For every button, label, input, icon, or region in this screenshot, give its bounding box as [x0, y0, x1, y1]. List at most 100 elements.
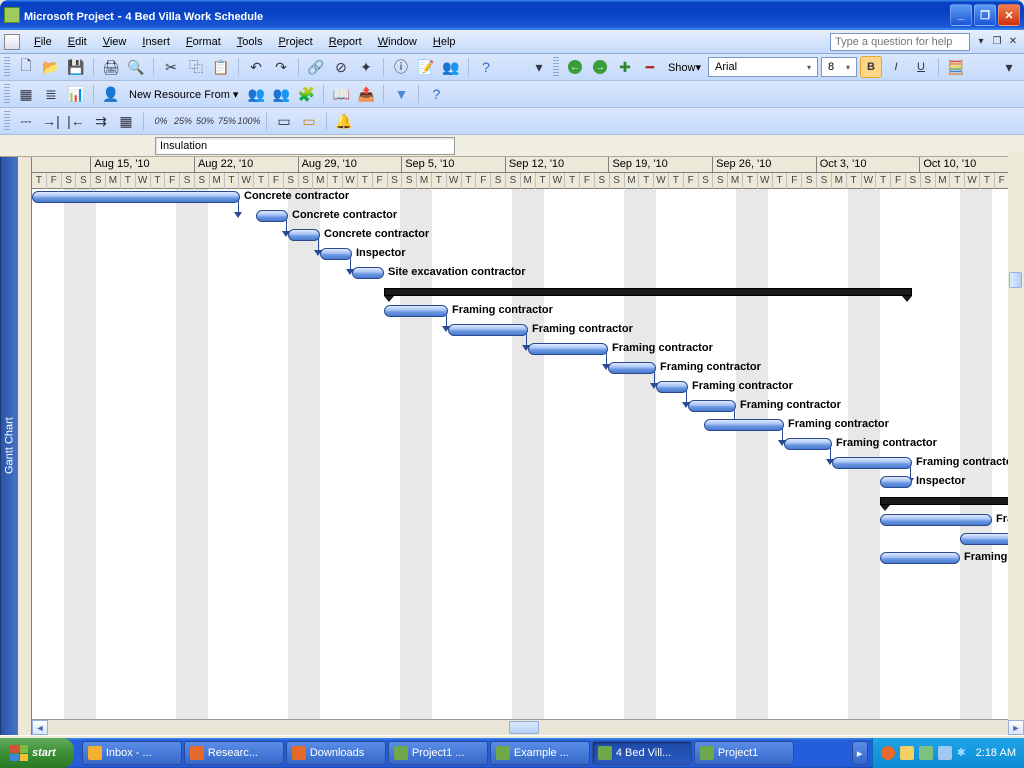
- gantt-bar[interactable]: [528, 343, 608, 355]
- scroll-thumb[interactable]: [1009, 272, 1022, 288]
- link-button[interactable]: 🔗: [305, 56, 327, 78]
- mdi-close-button[interactable]: ✕: [1006, 35, 1020, 49]
- toolbar-options-icon[interactable]: ▾: [998, 56, 1020, 78]
- italic-button[interactable]: I: [885, 56, 907, 78]
- horizontal-scrollbar[interactable]: ◄ ►: [32, 719, 1024, 735]
- grid-button[interactable]: ▦: [15, 83, 37, 105]
- paste-button[interactable]: 📋: [210, 56, 232, 78]
- gantt-bar[interactable]: [448, 324, 528, 336]
- chart-button[interactable]: 📊: [65, 83, 87, 105]
- nav-add-button[interactable]: ✚: [614, 56, 636, 78]
- unlink-button[interactable]: ⊘: [330, 56, 352, 78]
- cut-button[interactable]: ✂: [160, 56, 182, 78]
- scroll-thumb[interactable]: [509, 721, 539, 734]
- toolbar-grip[interactable]: [4, 57, 10, 77]
- gantt-bar[interactable]: [832, 457, 912, 469]
- nav-forward-button[interactable]: →: [589, 56, 611, 78]
- collab-button[interactable]: ▭: [298, 110, 320, 132]
- undo-button[interactable]: ↶: [245, 56, 267, 78]
- nav-back-button[interactable]: ←: [564, 56, 586, 78]
- taskbar-button[interactable]: 4 Bed Vill...: [592, 741, 692, 765]
- redo-button[interactable]: ↷: [270, 56, 292, 78]
- vertical-scrollbar[interactable]: [1008, 152, 1024, 720]
- menu-report[interactable]: Report: [321, 33, 370, 51]
- scroll-left-button[interactable]: ◄: [32, 720, 48, 735]
- bold-button[interactable]: B: [860, 56, 882, 78]
- toolbar-grip[interactable]: [4, 84, 10, 104]
- taskbar-button[interactable]: Downloads: [286, 741, 386, 765]
- start-button[interactable]: start: [0, 738, 74, 768]
- gantt-bar[interactable]: [880, 552, 960, 564]
- maximize-button[interactable]: ❐: [974, 4, 996, 26]
- gantt-bar[interactable]: [784, 438, 832, 450]
- cell-entry-input[interactable]: [155, 137, 455, 155]
- view-bar-label[interactable]: Gantt Chart: [0, 157, 18, 735]
- menu-insert[interactable]: Insert: [134, 33, 178, 51]
- mdi-restore-button[interactable]: ❐: [990, 35, 1004, 49]
- indent-button[interactable]: →|: [40, 110, 62, 132]
- split-task-button[interactable]: ✦: [355, 56, 377, 78]
- tray-bluetooth-icon[interactable]: ✱: [957, 746, 971, 760]
- mdi-dropdown-icon[interactable]: ▾: [974, 35, 988, 49]
- menu-help[interactable]: Help: [425, 33, 464, 51]
- gantt-bar[interactable]: [704, 419, 784, 431]
- book-button[interactable]: 📖: [330, 83, 352, 105]
- link-button[interactable]: ⇉: [90, 110, 112, 132]
- resource-button[interactable]: 👤: [100, 83, 122, 105]
- print-preview-button[interactable]: 🔍: [125, 56, 147, 78]
- funnel-button[interactable]: ▼: [390, 83, 412, 105]
- menu-edit[interactable]: Edit: [60, 33, 95, 51]
- gantt-bar[interactable]: [288, 229, 320, 241]
- resource-graph-button[interactable]: 👥: [245, 83, 267, 105]
- new-resource-dropdown[interactable]: New Resource From ▾: [125, 88, 242, 101]
- print-button[interactable]: 🖨: [100, 56, 122, 78]
- percent-50%[interactable]: 50%: [194, 110, 216, 132]
- toolbar-grip[interactable]: [553, 57, 559, 77]
- close-button[interactable]: ✕: [998, 4, 1020, 26]
- tray-volume-icon[interactable]: [919, 746, 933, 760]
- font-dropdown[interactable]: Arial▾: [708, 57, 818, 77]
- help-button[interactable]: ?: [425, 83, 447, 105]
- percent-100%[interactable]: 100%: [238, 110, 260, 132]
- gantt-bar[interactable]: [880, 497, 1024, 505]
- gantt-bar[interactable]: [352, 267, 384, 279]
- menu-window[interactable]: Window: [370, 33, 425, 51]
- schedule-button[interactable]: ▦: [115, 110, 137, 132]
- font-size-dropdown[interactable]: 8▾: [821, 57, 857, 77]
- taskbar-button[interactable]: Researc...: [184, 741, 284, 765]
- outdent-button[interactable]: |←: [65, 110, 87, 132]
- reminder-button[interactable]: 🔔: [333, 110, 355, 132]
- track-button[interactable]: ⎓: [15, 110, 37, 132]
- assign-button[interactable]: 👥: [440, 56, 462, 78]
- taskbar-button[interactable]: Project1: [694, 741, 794, 765]
- info-button[interactable]: ⓘ: [390, 56, 412, 78]
- gantt-bar[interactable]: [880, 476, 912, 488]
- system-tray[interactable]: ✱ 2:18 AM: [872, 738, 1024, 768]
- menu-tools[interactable]: Tools: [229, 33, 271, 51]
- gantt-bar[interactable]: [32, 191, 240, 203]
- team-builder-button[interactable]: 🧩: [295, 83, 317, 105]
- bars-button[interactable]: ≣: [40, 83, 62, 105]
- nav-remove-button[interactable]: ━: [639, 56, 661, 78]
- notes-button[interactable]: 📝: [415, 56, 437, 78]
- menu-format[interactable]: Format: [178, 33, 229, 51]
- scroll-right-button[interactable]: ►: [1008, 720, 1024, 735]
- save-button[interactable]: 💾: [65, 56, 87, 78]
- help-search-input[interactable]: [830, 33, 970, 51]
- gantt-bar[interactable]: [384, 305, 448, 317]
- menu-file[interactable]: File: [26, 33, 60, 51]
- percent-25%[interactable]: 25%: [172, 110, 194, 132]
- taskbar-button[interactable]: Project1 ...: [388, 741, 488, 765]
- minimize-button[interactable]: _: [950, 4, 972, 26]
- copy-button[interactable]: ⿻: [185, 56, 207, 78]
- update-button[interactable]: ▭: [273, 110, 295, 132]
- toolbar-options-icon[interactable]: ▾: [528, 56, 550, 78]
- task-pane-collapsed[interactable]: [18, 157, 32, 735]
- show-dropdown[interactable]: Show▾: [664, 61, 705, 74]
- gantt-bar[interactable]: [384, 288, 912, 296]
- taskbar-button[interactable]: Example ...: [490, 741, 590, 765]
- percent-0%[interactable]: 0%: [150, 110, 172, 132]
- document-icon[interactable]: [4, 34, 20, 50]
- new-button[interactable]: 🗋: [15, 56, 37, 78]
- open-button[interactable]: 📂: [40, 56, 62, 78]
